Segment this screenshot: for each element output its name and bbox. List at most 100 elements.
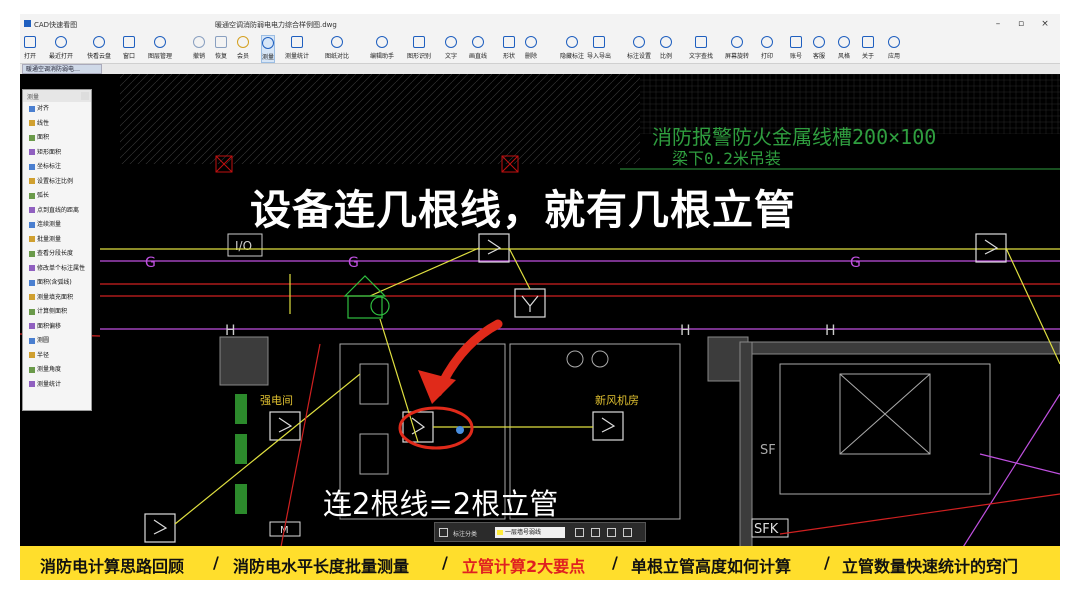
- measure-tool-icon: [29, 236, 35, 242]
- toolbar-button-print[interactable]: 打印: [761, 35, 773, 63]
- import-export-icon: [593, 36, 605, 48]
- device-symbol: [343, 275, 390, 319]
- measure-tool-item[interactable]: 测圆: [23, 334, 91, 349]
- move-icon[interactable]: [591, 528, 600, 537]
- eraser-icon: [525, 36, 537, 48]
- toolbar-label: 账号: [790, 53, 803, 60]
- banner-topic: 立管数量快速统计的窍门: [842, 557, 1019, 576]
- toolbar-button-user[interactable]: 账号: [790, 35, 802, 63]
- measure-tool-label: 修改单个标注属性: [37, 264, 86, 272]
- measure-tool-item[interactable]: 连续测量: [23, 218, 91, 233]
- toolbar-button-line[interactable]: 画直线: [469, 35, 487, 63]
- toolbar-button-apps[interactable]: 应用: [888, 35, 900, 63]
- measure-tool-label: 面积: [37, 134, 50, 141]
- measure-icon: [262, 37, 274, 49]
- toolbar-button-shape-recognize[interactable]: 图形识别: [407, 35, 431, 63]
- toolbar-button-annotation-settings[interactable]: 标注设置: [627, 35, 651, 63]
- measure-tool-item[interactable]: 对齐: [23, 102, 91, 117]
- measure-tool-icon: [29, 178, 35, 184]
- scale-icon: [660, 36, 672, 48]
- toolbar-button-folder[interactable]: 打开: [24, 35, 36, 63]
- toolbar-button-import-export[interactable]: 导入导出: [587, 35, 611, 63]
- toolbar-label: 文字查找: [689, 53, 714, 60]
- subline-caption: 连2根线=2根立管: [323, 487, 559, 521]
- banner-topic: 消防电水平长度批量测量: [233, 557, 410, 576]
- grid-icon[interactable]: [439, 528, 448, 537]
- measure-tool-item[interactable]: 面积(含弧线): [23, 276, 91, 291]
- maximize-button[interactable]: ▫: [1015, 18, 1027, 30]
- toolbar-button-edit-helper[interactable]: 编辑助手: [370, 35, 394, 63]
- toolbar-button-vip[interactable]: 会员: [237, 35, 249, 63]
- measure-tool-item[interactable]: 矩形面积: [23, 146, 91, 161]
- measure-tool-item[interactable]: 面积: [23, 131, 91, 146]
- toolbar-button-undo[interactable]: 撤销: [193, 35, 205, 63]
- toolbar-label: 文字: [445, 53, 458, 60]
- measure-tool-label: 设置标注比例: [37, 177, 74, 185]
- measure-tool-item[interactable]: 点到直线的距离: [23, 204, 91, 219]
- shape-icon: [503, 36, 515, 48]
- line-icon: [472, 36, 484, 48]
- paste-icon[interactable]: [623, 528, 632, 537]
- measure-tool-item[interactable]: 测量填充面积: [23, 291, 91, 306]
- annotation-class-label: 标注分类: [453, 531, 478, 538]
- toolbar-button-window[interactable]: 窗口: [123, 35, 135, 63]
- measure-tool-item[interactable]: 弧长: [23, 189, 91, 204]
- measure-tool-icon: [29, 250, 35, 257]
- close-button[interactable]: ×: [1039, 18, 1051, 30]
- clock-icon: [55, 36, 67, 48]
- toolbar-label: 形状: [503, 53, 516, 60]
- measure-tool-item[interactable]: 批量测量: [23, 233, 91, 248]
- main-toolbar: 打开 最近打开 快看云盘 窗口 图层管理 撤销 恢复 会员 测量 测量统计 图纸对比 编辑助手 图形识别…: [20, 34, 1060, 64]
- measure-tool-label: 矩形面积: [37, 148, 62, 156]
- annotation-class-select[interactable]: 一层墙号弱线: [495, 527, 565, 538]
- measure-tool-icon: [29, 134, 35, 141]
- copy-icon[interactable]: [607, 528, 616, 537]
- toolbar-button-clock[interactable]: 最近打开: [49, 35, 73, 63]
- minimize-button[interactable]: –: [992, 18, 1004, 30]
- toolbar-button-headset[interactable]: 客服: [813, 35, 825, 63]
- measure-panel-header: 测量: [23, 90, 91, 102]
- toolbar-label: 关于: [862, 53, 875, 60]
- measure-tool-item[interactable]: 线性: [23, 117, 91, 132]
- banner-separator: /: [442, 553, 448, 572]
- measure-tool-item[interactable]: 坐标标注: [23, 160, 91, 175]
- measure-tool-item[interactable]: 测量角度: [23, 363, 91, 378]
- toolbar-button-info[interactable]: 关于: [862, 35, 874, 63]
- measure-tool-label: 测量统计: [37, 380, 62, 388]
- hatch-area-left: [120, 74, 640, 164]
- document-tab[interactable]: 暖通空调消防弱电…: [22, 64, 102, 74]
- measure-tool-label: 坐标标注: [37, 163, 62, 170]
- measure-tool-item[interactable]: 设置标注比例: [23, 175, 91, 190]
- measure-tool-item[interactable]: 半径: [23, 349, 91, 364]
- measure-stats-icon: [291, 36, 303, 48]
- g-label-3: G: [850, 255, 861, 271]
- toolbar-button-cloud[interactable]: 快看云盘: [87, 35, 111, 63]
- toolbar-button-redo[interactable]: 恢复: [215, 35, 227, 63]
- toolbar-button-text[interactable]: 文字: [445, 35, 457, 63]
- vip-icon: [237, 36, 249, 48]
- measure-tool-item[interactable]: 修改单个标注属性: [23, 262, 91, 277]
- toolbar-button-measure-stats[interactable]: 测量统计: [285, 35, 309, 63]
- toolbar-button-eraser[interactable]: 删除: [525, 35, 537, 63]
- document-tab-bar: 暖通空调消防弱电…: [20, 64, 1060, 74]
- measure-tool-label: 面积偏移: [37, 322, 62, 330]
- measure-tool-item[interactable]: 测量统计: [23, 378, 91, 393]
- panel-close-icon[interactable]: [81, 92, 89, 100]
- user-icon: [790, 36, 802, 48]
- edit-icon[interactable]: [575, 528, 584, 537]
- measure-tool-item[interactable]: 面积偏移: [23, 320, 91, 335]
- toolbar-button-text-search[interactable]: 文字查找: [689, 35, 713, 63]
- toolbar-button-measure[interactable]: 测量: [261, 35, 276, 63]
- measure-tool-item[interactable]: 计算侧面积: [23, 305, 91, 320]
- toolbar-label: 屏幕旋转: [725, 53, 750, 60]
- toolbar-button-layers[interactable]: 图层管理: [148, 35, 172, 63]
- toolbar-button-scale[interactable]: 比例: [660, 35, 672, 63]
- measure-tool-icon: [29, 323, 35, 329]
- toolbar-button-rotate[interactable]: 屏幕旋转: [725, 35, 749, 63]
- measure-panel-list: 对齐 线性面积矩形面积坐标标注设置标注比例弧长 点到直线的距离 连续测量 批量测量 查看分…: [23, 102, 91, 392]
- toolbar-button-shape[interactable]: 形状: [503, 35, 515, 63]
- toolbar-button-compare[interactable]: 图纸对比: [325, 35, 349, 63]
- toolbar-button-hide[interactable]: 隐藏标注: [560, 35, 584, 63]
- toolbar-button-style[interactable]: 风格: [838, 35, 850, 63]
- measure-tool-item[interactable]: 查看分段长度: [23, 247, 91, 262]
